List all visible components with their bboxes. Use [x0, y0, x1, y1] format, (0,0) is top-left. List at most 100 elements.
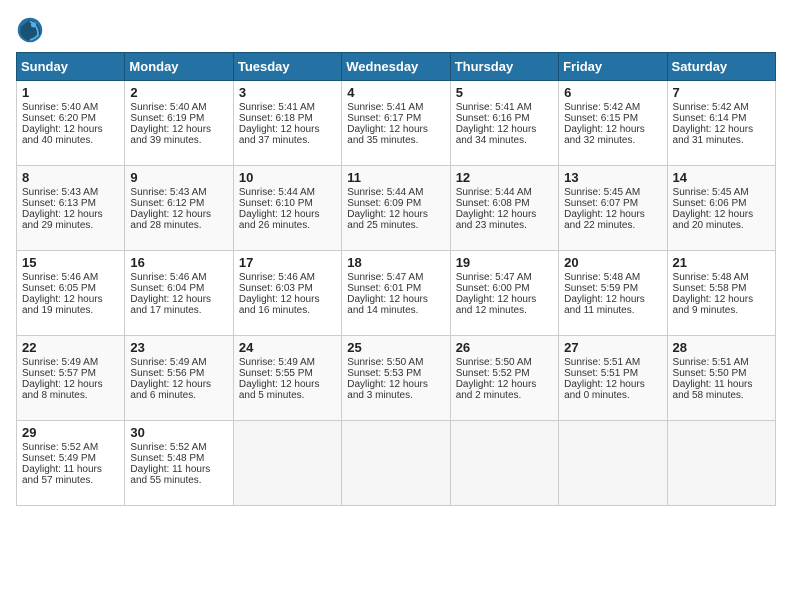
daylight-text: Daylight: 11 hours and 57 minutes. — [22, 464, 102, 486]
day-number: 9 — [130, 170, 227, 185]
day-number: 25 — [347, 340, 444, 355]
sunrise-text: Sunrise: 5:42 AM — [564, 102, 640, 113]
sunrise-text: Sunrise: 5:42 AM — [673, 102, 749, 113]
calendar-cell — [342, 421, 450, 506]
calendar-cell: 23Sunrise: 5:49 AMSunset: 5:56 PMDayligh… — [125, 336, 233, 421]
daylight-text: Daylight: 12 hours and 6 minutes. — [130, 379, 211, 401]
day-number: 16 — [130, 255, 227, 270]
sunset-text: Sunset: 5:57 PM — [22, 368, 96, 379]
day-number: 4 — [347, 85, 444, 100]
calendar-cell: 13Sunrise: 5:45 AMSunset: 6:07 PMDayligh… — [559, 166, 667, 251]
day-number: 26 — [456, 340, 553, 355]
calendar-cell — [667, 421, 775, 506]
daylight-text: Daylight: 12 hours and 34 minutes. — [456, 124, 537, 146]
calendar-cell: 3Sunrise: 5:41 AMSunset: 6:18 PMDaylight… — [233, 81, 341, 166]
sunset-text: Sunset: 5:58 PM — [673, 283, 747, 294]
sunrise-text: Sunrise: 5:44 AM — [456, 187, 532, 198]
calendar-cell: 8Sunrise: 5:43 AMSunset: 6:13 PMDaylight… — [17, 166, 125, 251]
sunrise-text: Sunrise: 5:41 AM — [456, 102, 532, 113]
daylight-text: Daylight: 12 hours and 17 minutes. — [130, 294, 211, 316]
calendar-cell: 2Sunrise: 5:40 AMSunset: 6:19 PMDaylight… — [125, 81, 233, 166]
daylight-text: Daylight: 11 hours and 55 minutes. — [130, 464, 210, 486]
sunrise-text: Sunrise: 5:46 AM — [239, 272, 315, 283]
calendar-cell: 16 Sunrise: 5:46 AMSunset: 6:04 PMDayligh… — [125, 251, 233, 336]
day-number: 17 — [239, 255, 336, 270]
calendar-cell: 25 Sunrise: 5:50 AMSunset: 5:53 PMDayligh… — [342, 336, 450, 421]
col-tuesday: Tuesday — [233, 53, 341, 81]
day-number: 27 — [564, 340, 661, 355]
sunset-text: Sunset: 6:14 PM — [673, 113, 747, 124]
sunset-text: Sunset: 6:08 PM — [456, 198, 530, 209]
logo — [16, 16, 48, 44]
day-number: 11 — [347, 170, 444, 185]
sunrise-text: Sunrise: 5:51 AM — [564, 357, 640, 368]
daylight-text: Daylight: 12 hours and 35 minutes. — [347, 124, 428, 146]
sunrise-text: Sunrise: 5:48 AM — [673, 272, 749, 283]
sunset-text: Sunset: 6:07 PM — [564, 198, 638, 209]
daylight-text: Daylight: 12 hours and 19 minutes. — [22, 294, 103, 316]
day-number: 8 — [22, 170, 119, 185]
day-number: 21 — [673, 255, 770, 270]
sunset-text: Sunset: 5:56 PM — [130, 368, 204, 379]
day-number: 29 — [22, 425, 119, 440]
calendar-cell: 11Sunrise: 5:44 AMSunset: 6:09 PMDayligh… — [342, 166, 450, 251]
calendar-cell: 30 Sunrise: 5:52 AMSunset: 5:48 PMDayligh… — [125, 421, 233, 506]
daylight-text: Daylight: 12 hours and 39 minutes. — [130, 124, 211, 146]
daylight-text: Daylight: 12 hours and 31 minutes. — [673, 124, 754, 146]
sunset-text: Sunset: 5:52 PM — [456, 368, 530, 379]
day-number: 20 — [564, 255, 661, 270]
sunrise-text: Sunrise: 5:45 AM — [673, 187, 749, 198]
day-number: 13 — [564, 170, 661, 185]
sunrise-text: Sunrise: 5:46 AM — [130, 272, 206, 283]
sunrise-text: Sunrise: 5:41 AM — [347, 102, 423, 113]
sunrise-text: Sunrise: 5:43 AM — [130, 187, 206, 198]
day-number: 7 — [673, 85, 770, 100]
daylight-text: Daylight: 12 hours and 29 minutes. — [22, 209, 103, 231]
daylight-text: Daylight: 12 hours and 11 minutes. — [564, 294, 645, 316]
day-number: 15 — [22, 255, 119, 270]
sunset-text: Sunset: 5:59 PM — [564, 283, 638, 294]
sunset-text: Sunset: 6:05 PM — [22, 283, 96, 294]
sunset-text: Sunset: 6:12 PM — [130, 198, 204, 209]
sunrise-text: Sunrise: 5:50 AM — [347, 357, 423, 368]
sunrise-text: Sunrise: 5:41 AM — [239, 102, 315, 113]
day-number: 30 — [130, 425, 227, 440]
calendar-cell: 19Sunrise: 5:47 AMSunset: 6:00 PMDayligh… — [450, 251, 558, 336]
sunrise-text: Sunrise: 5:52 AM — [130, 442, 206, 453]
daylight-text: Daylight: 12 hours and 40 minutes. — [22, 124, 103, 146]
daylight-text: Daylight: 12 hours and 3 minutes. — [347, 379, 428, 401]
sunrise-text: Sunrise: 5:47 AM — [347, 272, 423, 283]
sunset-text: Sunset: 5:55 PM — [239, 368, 313, 379]
day-number: 22 — [22, 340, 119, 355]
sunset-text: Sunset: 5:53 PM — [347, 368, 421, 379]
sunset-text: Sunset: 6:17 PM — [347, 113, 421, 124]
daylight-text: Daylight: 12 hours and 9 minutes. — [673, 294, 754, 316]
daylight-text: Daylight: 12 hours and 5 minutes. — [239, 379, 320, 401]
calendar-cell: 18Sunrise: 5:47 AMSunset: 6:01 PMDayligh… — [342, 251, 450, 336]
col-thursday: Thursday — [450, 53, 558, 81]
calendar-cell: 17Sunrise: 5:46 AMSunset: 6:03 PMDayligh… — [233, 251, 341, 336]
sunrise-text: Sunrise: 5:44 AM — [239, 187, 315, 198]
calendar-cell: 12Sunrise: 5:44 AMSunset: 6:08 PMDayligh… — [450, 166, 558, 251]
day-number: 3 — [239, 85, 336, 100]
sunset-text: Sunset: 6:20 PM — [22, 113, 96, 124]
calendar-table: Sunday Monday Tuesday Wednesday Thursday… — [16, 52, 776, 506]
calendar-cell: 27Sunrise: 5:51 AMSunset: 5:51 PMDayligh… — [559, 336, 667, 421]
sunrise-text: Sunrise: 5:47 AM — [456, 272, 532, 283]
day-number: 6 — [564, 85, 661, 100]
sunset-text: Sunset: 6:04 PM — [130, 283, 204, 294]
sunset-text: Sunset: 5:48 PM — [130, 453, 204, 464]
day-number: 19 — [456, 255, 553, 270]
calendar-cell — [450, 421, 558, 506]
col-saturday: Saturday — [667, 53, 775, 81]
calendar-cell: 7 Sunrise: 5:42 AMSunset: 6:14 PMDaylight… — [667, 81, 775, 166]
calendar-cell: 15Sunrise: 5:46 AMSunset: 6:05 PMDayligh… — [17, 251, 125, 336]
col-friday: Friday — [559, 53, 667, 81]
sunrise-text: Sunrise: 5:44 AM — [347, 187, 423, 198]
sunset-text: Sunset: 6:01 PM — [347, 283, 421, 294]
daylight-text: Daylight: 12 hours and 8 minutes. — [22, 379, 103, 401]
calendar-cell: 14Sunrise: 5:45 AMSunset: 6:06 PMDayligh… — [667, 166, 775, 251]
calendar-cell: 24Sunrise: 5:49 AMSunset: 5:55 PMDayligh… — [233, 336, 341, 421]
day-number: 14 — [673, 170, 770, 185]
calendar-cell: 22Sunrise: 5:49 AMSunset: 5:57 PMDayligh… — [17, 336, 125, 421]
